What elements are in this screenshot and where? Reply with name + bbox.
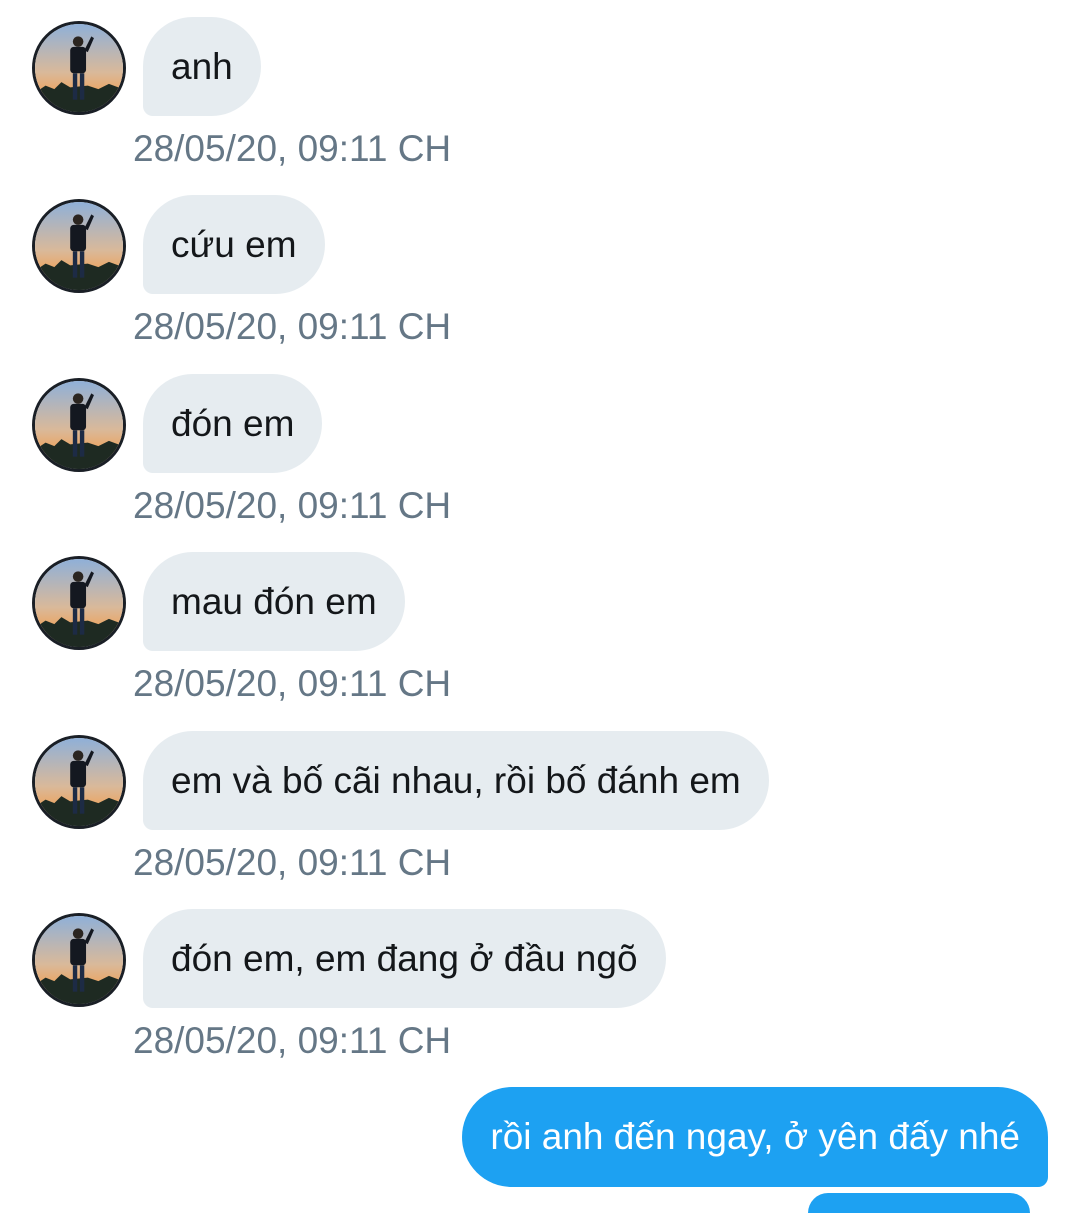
- avatar-photo-icon: [35, 381, 123, 469]
- avatar-photo-icon: [35, 916, 123, 1004]
- message-row: đón em, em đang ở đầu ngõ 28/05/20, 09:1…: [0, 892, 1080, 1070]
- outgoing-message-bubble[interactable]: rồi anh đến ngay, ở yên đấy nhé: [462, 1087, 1048, 1187]
- incoming-message-bubble[interactable]: mau đón em: [143, 552, 405, 651]
- sender-avatar[interactable]: [32, 21, 126, 115]
- message-timestamp: 28/05/20, 09:11 CH: [133, 128, 452, 169]
- sender-avatar[interactable]: [32, 556, 126, 650]
- message-timestamp: 28/05/20, 09:11 CH: [133, 485, 452, 526]
- message-thread: anh 28/05/20, 09:11 CH cứu em 28/05/20, …: [0, 0, 1080, 1213]
- avatar-photo-icon: [35, 738, 123, 826]
- message-row: em và bố cãi nhau, rồi bố đánh em 28/05/…: [0, 714, 1080, 892]
- message-timestamp: 28/05/20, 09:11 CH: [133, 663, 452, 704]
- message-row: anh 28/05/20, 09:11 CH: [0, 0, 1080, 178]
- sender-avatar[interactable]: [32, 735, 126, 829]
- sender-avatar[interactable]: [32, 378, 126, 472]
- incoming-message-bubble[interactable]: đón em: [143, 374, 323, 473]
- incoming-message-bubble[interactable]: đón em, em đang ở đầu ngõ: [143, 909, 666, 1008]
- avatar-photo-icon: [35, 202, 123, 290]
- incoming-message-bubble[interactable]: em và bố cãi nhau, rồi bố đánh em: [143, 731, 769, 830]
- sender-avatar[interactable]: [32, 913, 126, 1007]
- message-row: mau đón em 28/05/20, 09:11 CH: [0, 535, 1080, 713]
- message-row: cứu em 28/05/20, 09:11 CH: [0, 178, 1080, 356]
- message-row: đón em 28/05/20, 09:11 CH: [0, 357, 1080, 535]
- avatar-photo-icon: [35, 559, 123, 647]
- avatar-photo-icon: [35, 24, 123, 112]
- incoming-message-bubble[interactable]: anh: [143, 17, 261, 116]
- incoming-message-bubble[interactable]: cứu em: [143, 195, 325, 294]
- sender-avatar[interactable]: [32, 199, 126, 293]
- message-timestamp: 28/05/20, 09:11 CH: [133, 1020, 452, 1061]
- next-outgoing-bubble-edge: [808, 1193, 1030, 1213]
- message-timestamp: 28/05/20, 09:11 CH: [133, 842, 452, 883]
- message-timestamp: 28/05/20, 09:11 CH: [133, 306, 452, 347]
